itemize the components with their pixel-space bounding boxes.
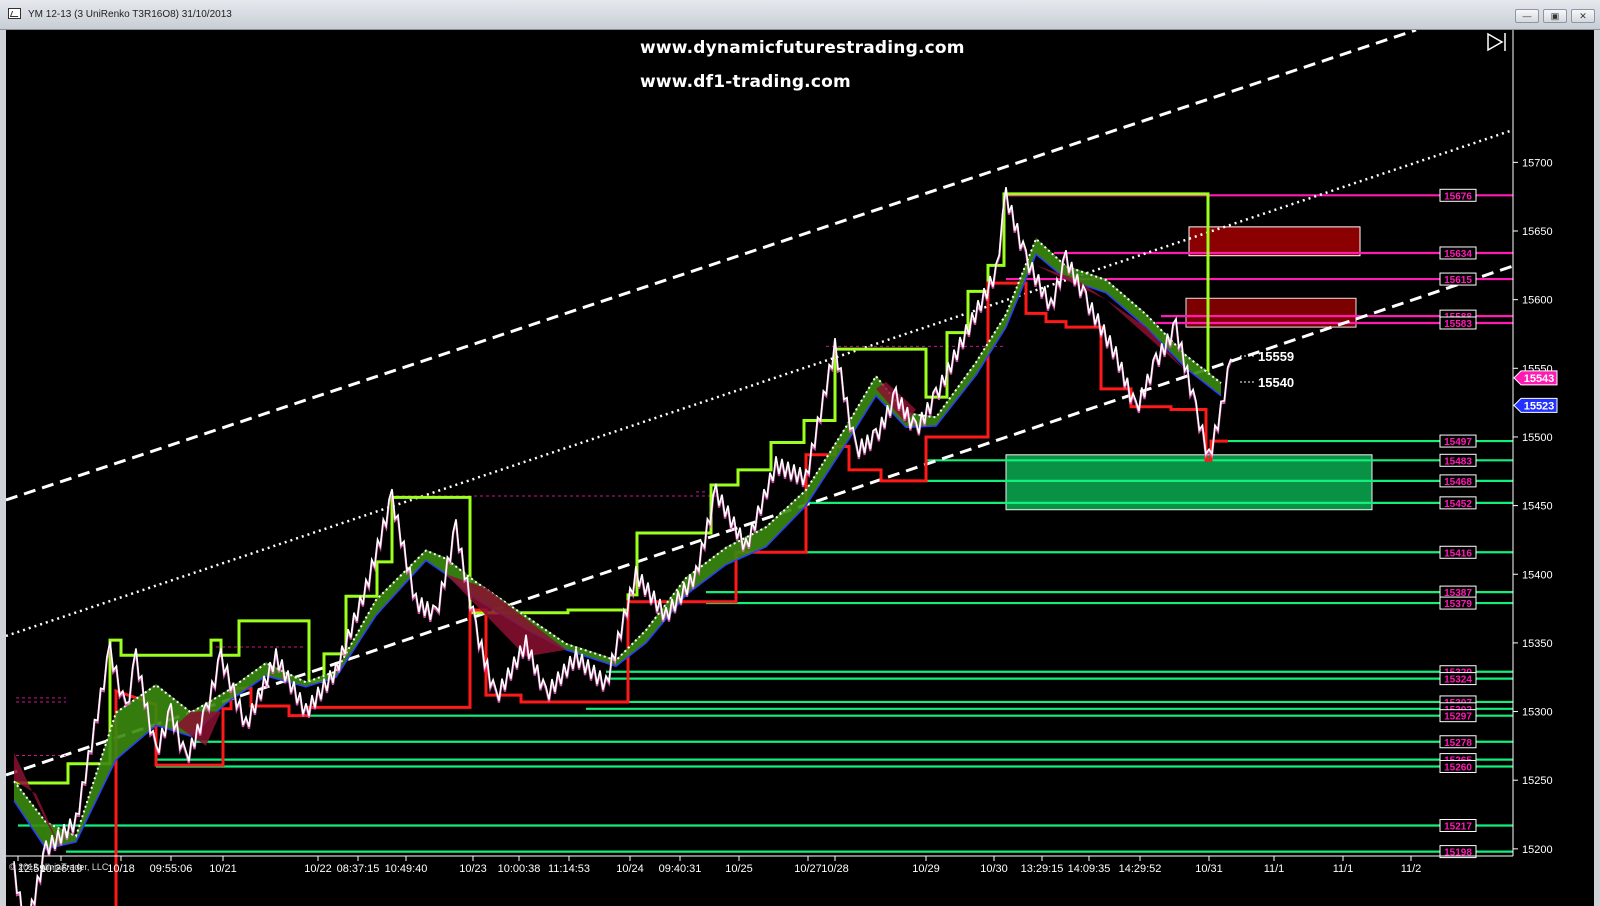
ma-ribbon-bearish [446, 574, 566, 657]
y-tick-label-15200: 15200 [1522, 844, 1553, 856]
x-tick-label: 10/23 [459, 863, 487, 875]
x-tick-label: 10/28 [821, 863, 849, 875]
x-tick-label: 09:40:31 [659, 863, 702, 875]
annotation-label-15540: 15540 [1258, 375, 1294, 390]
level-label-15198: 15198 [1444, 848, 1472, 859]
level-label-15634: 15634 [1444, 249, 1472, 260]
window-titlebar: YM 12-13 (3 UniRenko T3R16O8) 31/10/2013… [0, 0, 1600, 30]
scroll-to-end-icon[interactable] [1487, 32, 1506, 52]
y-tick-label-15650: 15650 [1522, 226, 1553, 238]
x-tick-label: 10/24 [616, 863, 644, 875]
level-label-15260: 15260 [1444, 762, 1472, 773]
ma-ribbon [14, 237, 1221, 849]
level-label-15452: 15452 [1444, 499, 1472, 510]
x-tick-label: 10/27 [794, 863, 822, 875]
y-tick-label-15450: 15450 [1522, 501, 1553, 513]
y-tick-label-15250: 15250 [1522, 775, 1553, 787]
demand-zone [1005, 454, 1373, 511]
x-tick-label: 10/18 [107, 863, 135, 875]
x-tick-label: 13:29:15 [1021, 863, 1064, 875]
x-tick-label: 10:00:38 [498, 863, 541, 875]
close-button[interactable]: ✕ [1571, 9, 1595, 23]
x-tick-label: 10/22 [304, 863, 332, 875]
y-tick-label-15700: 15700 [1522, 157, 1553, 169]
price-wicks [12, 188, 1233, 906]
copyright-text: © 2013 NinjaTrader, LLC [9, 862, 109, 872]
level-label-15583: 15583 [1444, 319, 1472, 330]
level-label-15483: 15483 [1444, 456, 1472, 467]
x-tick-label: 10:49:40 [385, 863, 428, 875]
x-tick-label: 08:37:15 [337, 863, 380, 875]
level-label-15379: 15379 [1444, 599, 1472, 610]
x-tick-label: 14:29:52 [1119, 863, 1162, 875]
current-price-label-15523: 15523 [1524, 400, 1555, 412]
level-label-15468: 15468 [1444, 477, 1472, 488]
level-label-15615: 15615 [1444, 275, 1472, 286]
x-tick-label: 10/30 [980, 863, 1008, 875]
chart-panel[interactable]: 15559 15540 15700 15650 15600 15550 15500 15450… [0, 30, 1600, 906]
restore-button[interactable]: ▣ [1543, 9, 1567, 23]
lower-step-band [114, 281, 1228, 906]
x-tick-label: 10/21 [209, 863, 237, 875]
x-tick-label: 14:09:35 [1068, 863, 1111, 875]
price-chart[interactable]: 1555915540157001565015600155501550015450… [6, 30, 1594, 906]
level-label-15297: 15297 [1444, 712, 1472, 723]
level-label-15497: 15497 [1444, 437, 1472, 448]
x-tick-label: 11/1 [1264, 863, 1285, 875]
x-tick-label: 10/31 [1195, 863, 1223, 875]
level-label-15324: 15324 [1444, 675, 1472, 686]
y-tick-label-15300: 15300 [1522, 707, 1553, 719]
x-tick-label: 10/25 [725, 863, 753, 875]
y-tick-label-15400: 15400 [1522, 569, 1553, 581]
window-title: YM 12-13 (3 UniRenko T3R16O8) 31/10/2013 [28, 9, 232, 20]
x-tick-label: 11/2 [1401, 863, 1422, 875]
current-price-label-15543: 15543 [1524, 373, 1555, 385]
chart-app-icon [8, 8, 21, 19]
x-tick-label: 10/29 [912, 863, 940, 875]
supply-zone-upper [1188, 226, 1361, 257]
y-tick-label-15500: 15500 [1522, 432, 1553, 444]
x-tick-label: 11:14:53 [548, 863, 590, 875]
level-label-15676: 15676 [1444, 191, 1472, 202]
y-tick-label-15600: 15600 [1522, 295, 1553, 307]
watermark-url-2: www.df1-trading.com [640, 72, 851, 92]
y-tick-label-15350: 15350 [1522, 638, 1553, 650]
minimize-button[interactable]: — [1515, 9, 1539, 23]
watermark-url-1: www.dynamicfuturestrading.com [640, 38, 965, 58]
level-label-15416: 15416 [1444, 548, 1472, 559]
level-label-15278: 15278 [1444, 738, 1472, 749]
annotation-label-15559: 15559 [1258, 349, 1294, 364]
level-label-15217: 15217 [1444, 822, 1472, 833]
x-tick-label: 11/1 [1333, 863, 1354, 875]
x-tick-label: 09:55:06 [150, 863, 193, 875]
